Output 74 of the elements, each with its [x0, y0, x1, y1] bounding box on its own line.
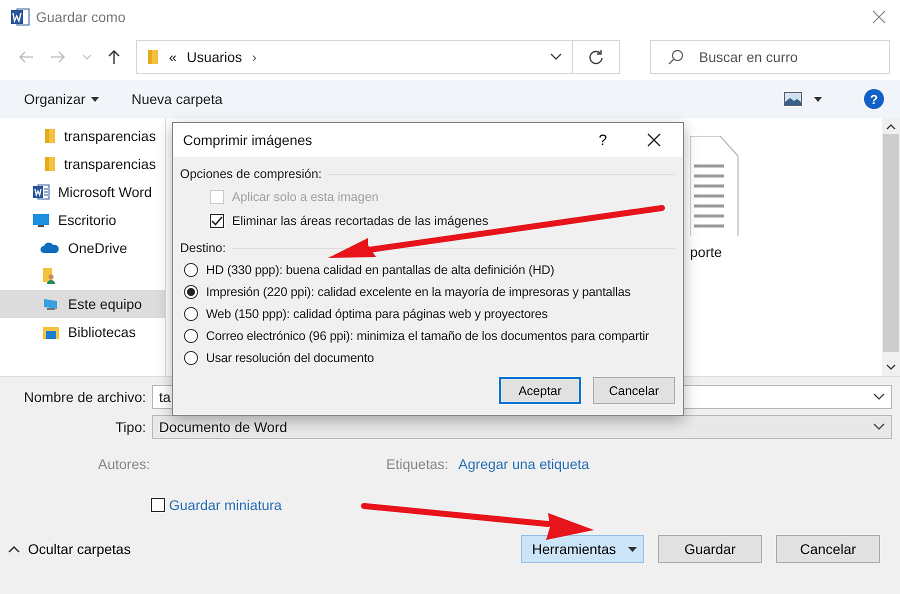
folder-icon: [44, 128, 56, 144]
field-label: Tipo:: [114, 419, 146, 435]
cancel-button[interactable]: Cancelar: [593, 377, 675, 404]
field-label: Nombre de archivo:: [22, 389, 146, 405]
add-tag-link[interactable]: Agregar una etiqueta: [458, 456, 590, 472]
radio-label[interactable]: Impresión (220 ppi): calidad excelente en la mayoría de impresoras y pantallas: [206, 285, 631, 299]
word-icon: [10, 7, 30, 27]
user-folder-icon: [42, 267, 56, 285]
chevron-down-icon[interactable]: [550, 53, 562, 61]
folder-icon: [147, 49, 159, 65]
hide-folders-button[interactable]: Ocultar carpetas: [8, 541, 131, 557]
radio-button[interactable]: [184, 307, 198, 321]
section-heading: Destino:: [180, 241, 226, 255]
chevron-up-icon: [8, 545, 20, 553]
tools-dropdown-button[interactable]: Herramientas: [520, 535, 644, 563]
sidebar-item[interactable]: transparencias: [0, 122, 165, 150]
section-heading: Opciones de compresión:: [180, 167, 322, 181]
scrollbar[interactable]: [882, 118, 900, 376]
monitor-icon: [32, 212, 50, 228]
sidebar-item[interactable]: Este equipo: [0, 290, 165, 318]
radio-button[interactable]: [184, 263, 198, 277]
sidebar-item[interactable]: transparencias: [0, 150, 165, 178]
cancel-button[interactable]: Cancelar: [776, 535, 880, 563]
save-button[interactable]: Guardar: [658, 535, 762, 563]
folder-icon: [44, 156, 56, 172]
radio-label[interactable]: Usar resolución del documento: [206, 351, 374, 365]
save-thumbnail-label[interactable]: Guardar miniatura: [169, 497, 282, 513]
sidebar-item[interactable]: Bibliotecas: [0, 318, 165, 346]
file-type-dropdown[interactable]: Documento de Word: [152, 415, 892, 439]
cloud-icon: [40, 242, 60, 254]
scroll-down-icon[interactable]: [886, 364, 896, 370]
breadcrumb-item[interactable]: Usuarios: [186, 49, 242, 65]
radio-label[interactable]: Correo electrónico (96 ppi): minimiza el tamaño de los documentos para compartir: [206, 329, 650, 343]
breadcrumb-overflow[interactable]: «: [169, 49, 177, 65]
chevron-down-icon[interactable]: [873, 393, 885, 401]
library-icon: [42, 324, 60, 340]
window-title: Guardar como: [36, 9, 126, 25]
tags-label: Etiquetas:: [386, 456, 448, 472]
word-icon: [32, 183, 50, 201]
radio-button[interactable]: [184, 329, 198, 343]
organize-menu[interactable]: Organizar: [14, 87, 110, 111]
file-name[interactable]: porte: [690, 244, 722, 260]
document-icon: [690, 136, 740, 236]
address-bar[interactable]: « Usuarios ›: [136, 40, 573, 74]
caret-icon[interactable]: [814, 96, 822, 102]
radio-button[interactable]: [184, 285, 198, 299]
authors-label: Autores:: [98, 456, 150, 472]
help-button[interactable]: ?: [864, 89, 884, 109]
sidebar-item[interactable]: OneDrive: [0, 234, 165, 262]
caret-icon: [91, 96, 100, 102]
sidebar-item[interactable]: Escritorio: [0, 206, 165, 234]
breadcrumb-separator[interactable]: ›: [252, 49, 257, 65]
search-icon: [668, 49, 684, 65]
radio-label[interactable]: HD (330 ppp): buena calidad en pantallas de alta definición (HD): [206, 263, 554, 277]
sidebar-item[interactable]: Microsoft Word: [0, 178, 165, 206]
radio-button[interactable]: [184, 351, 198, 365]
computer-icon: [42, 297, 60, 311]
refresh-button[interactable]: [572, 40, 620, 74]
new-folder-button[interactable]: Nueva carpeta: [121, 87, 233, 111]
scroll-up-icon[interactable]: [886, 124, 896, 130]
view-icon[interactable]: [784, 92, 802, 106]
close-icon[interactable]: [647, 133, 661, 147]
checkbox[interactable]: [210, 214, 224, 228]
search-field[interactable]: Buscar en curro: [650, 40, 890, 74]
help-button[interactable]: ?: [598, 132, 607, 148]
up-arrow-icon[interactable]: [108, 49, 120, 65]
refresh-icon: [588, 49, 604, 65]
accept-button[interactable]: Aceptar: [499, 377, 581, 404]
checkbox[interactable]: [151, 498, 165, 512]
dialog-title: Comprimir imágenes: [183, 132, 312, 148]
chevron-down-icon[interactable]: [873, 423, 885, 431]
radio-label[interactable]: Web (150 ppp): calidad óptima para páginas web y proyectores: [206, 307, 548, 321]
checkbox-label[interactable]: Eliminar las áreas recortadas de las imágenes: [232, 214, 488, 228]
caret-icon: [628, 546, 637, 552]
